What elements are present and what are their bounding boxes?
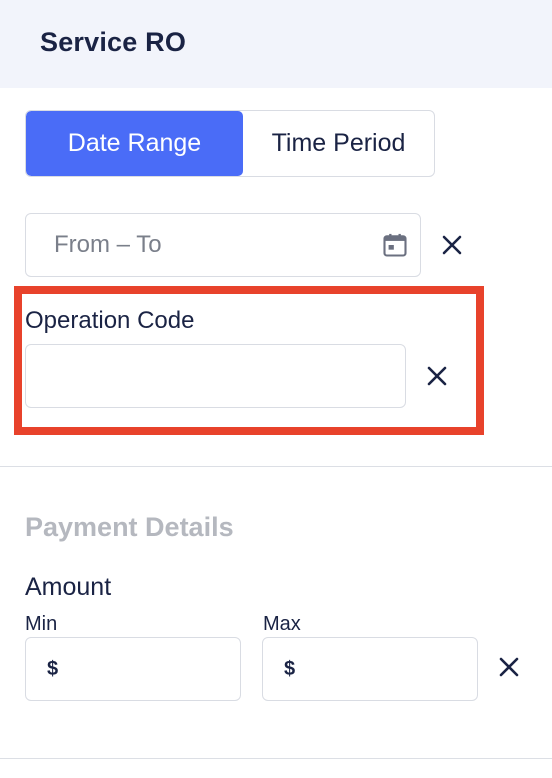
operation-code-input[interactable]	[25, 344, 406, 408]
currency-symbol: $	[47, 658, 59, 680]
section-divider	[0, 758, 552, 759]
max-label: Max	[263, 613, 301, 635]
page-header: Service RO	[0, 0, 552, 88]
section-divider	[0, 466, 552, 467]
clear-operation-code-icon[interactable]	[425, 364, 449, 388]
calendar-icon[interactable]	[381, 231, 409, 259]
date-range-tab[interactable]: Date Range	[26, 111, 243, 176]
payment-details-title: Payment Details	[25, 512, 234, 542]
clear-amount-icon[interactable]	[497, 655, 521, 679]
date-mode-toggle: Date Range Time Period	[25, 110, 435, 177]
min-amount-input[interactable]: $	[25, 637, 241, 701]
operation-code-label: Operation Code	[25, 307, 195, 334]
time-period-tab[interactable]: Time Period	[243, 111, 434, 176]
max-amount-input[interactable]: $	[262, 637, 478, 701]
currency-symbol: $	[284, 658, 296, 680]
clear-date-range-icon[interactable]	[440, 233, 464, 257]
date-range-placeholder: From – To	[54, 231, 162, 258]
min-label: Min	[25, 613, 58, 635]
date-range-field[interactable]: From – To	[25, 213, 421, 277]
amount-label: Amount	[25, 573, 112, 601]
page-title: Service RO	[40, 27, 187, 57]
